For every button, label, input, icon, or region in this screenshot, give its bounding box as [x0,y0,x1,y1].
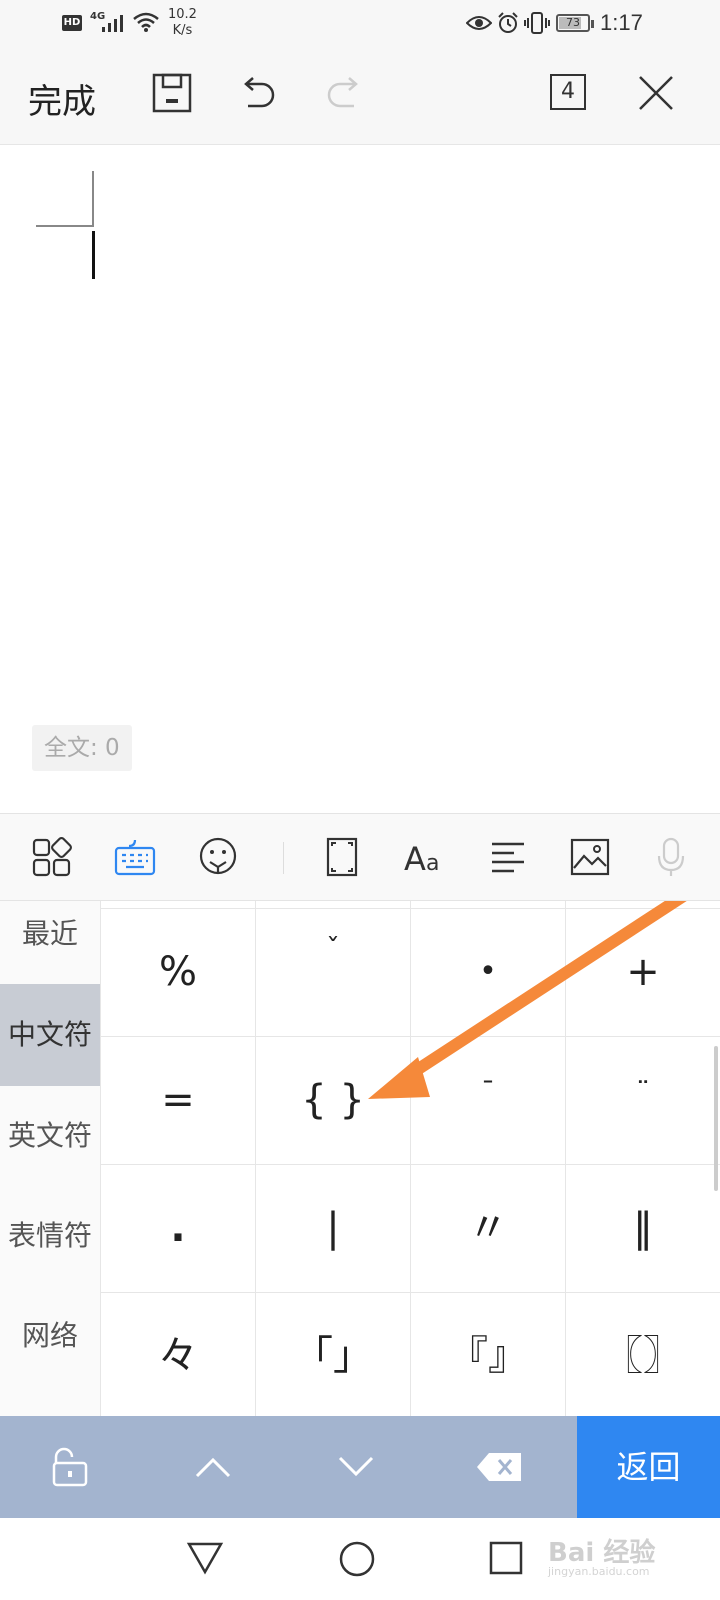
watermark: Bai 经验 jingyan.baidu.com [548,1532,655,1578]
save-icon[interactable] [152,72,192,114]
watermark-subtext: jingyan.baidu.com [548,1565,650,1578]
toolbar-separator [283,842,284,874]
tabs-icon[interactable]: 4 [550,74,586,110]
symbol-panel: 最近 中文符 英文符 表情符 网络 % ˇ • + = { } ˉ ¨ . | … [0,901,720,1416]
lock-button[interactable] [0,1416,140,1518]
emoji-icon[interactable] [198,836,238,878]
close-icon[interactable] [636,72,676,114]
net-speed-unit: K/s [172,23,193,38]
document-editor[interactable]: 全文: 0 [0,145,720,813]
eye-icon [466,16,492,30]
redo-icon[interactable] [324,72,364,114]
wifi-icon [133,12,159,32]
keyboard-icon[interactable] [114,836,156,878]
clock: 1:17 [600,10,643,35]
editor-toolbar: 完成 4 [0,50,720,145]
word-count: 全文: 0 [32,725,132,771]
vibrate-icon [524,12,550,34]
net-speed: 10.2 K/s [168,7,197,39]
page-margin-marker [36,171,94,227]
text-cursor [92,231,95,279]
system-nav-bar: Bai 经验 jingyan.baidu.com [0,1518,720,1600]
back-triangle-icon[interactable] [186,1540,224,1576]
page-down-button[interactable] [286,1416,426,1518]
battery-tip [591,20,594,28]
annotation-arrow [368,901,687,1099]
battery-level: 73 [566,16,580,29]
delete-button[interactable] [429,1416,569,1518]
chevron-up-icon [195,1457,231,1478]
apps-icon[interactable] [32,836,72,878]
back-button[interactable]: 返回 [577,1416,720,1518]
align-icon[interactable] [490,836,526,878]
alarm-icon [498,12,518,33]
watermark-text: Bai 经验 [548,1538,656,1568]
font-icon[interactable]: A a [404,836,448,878]
battery-icon: 73 [556,14,590,32]
backspace-icon [477,1453,521,1481]
lock-icon [52,1447,88,1487]
done-button[interactable]: 完成 [28,74,96,123]
input-method-toolbar: A a [0,813,720,901]
microphone-icon[interactable] [656,836,686,878]
tab-count: 4 [561,79,575,104]
net-speed-value: 10.2 [168,7,197,22]
chevron-down-icon [338,1456,374,1477]
status-bar: HD 4G 10.2 K/s 73 1:17 [0,0,720,50]
undo-icon[interactable] [238,72,278,114]
svg-text:a: a [426,851,439,876]
hd-badge: HD [62,15,82,31]
image-icon[interactable] [570,836,610,878]
svg-text:A: A [404,840,426,878]
recents-square-icon[interactable] [488,1540,524,1576]
page-up-button[interactable] [143,1416,283,1518]
signal-icon [102,15,123,32]
symbol-action-bar: 返回 [0,1416,720,1518]
fullscreen-icon[interactable] [326,836,358,878]
home-circle-icon[interactable] [338,1540,376,1578]
